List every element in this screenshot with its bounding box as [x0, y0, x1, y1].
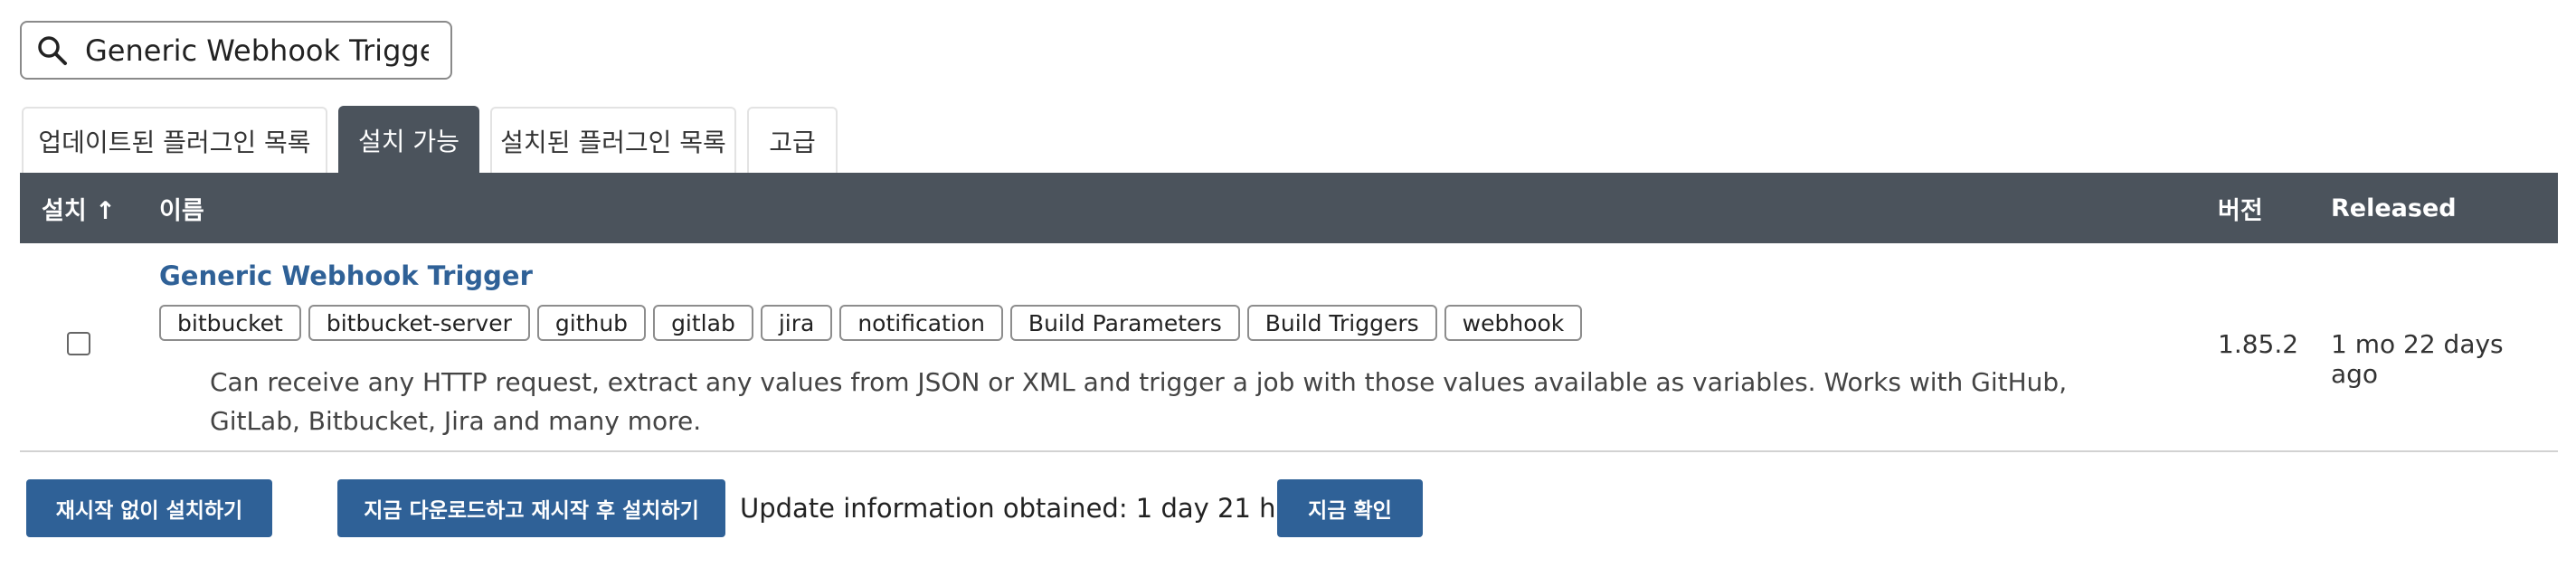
label-tag[interactable]: gitlab — [653, 305, 753, 341]
bottom-actions: 재시작 없이 설치하기 지금 다운로드하고 재시작 후 설치하기 Update … — [0, 479, 2576, 539]
install-checkbox[interactable] — [67, 332, 90, 355]
plugin-name-link[interactable]: Generic Webhook Trigger — [159, 258, 533, 294]
search-field[interactable] — [20, 21, 452, 80]
install-without-restart-button[interactable]: 재시작 없이 설치하기 — [26, 479, 272, 537]
plugin-labels: bitbucket bitbucket-server github gitlab… — [159, 305, 1589, 341]
tab-installed[interactable]: 설치된 플러그인 목록 — [490, 107, 736, 173]
label-tag[interactable]: jira — [760, 305, 833, 341]
label-tag[interactable]: notification — [839, 305, 1003, 341]
update-info-text: Update information obtained: 1 day 21 hr… — [740, 493, 1344, 524]
plugin-description: Can receive any HTTP request, extract an… — [210, 367, 2068, 436]
label-tag[interactable]: bitbucket — [159, 305, 301, 341]
search-icon — [33, 31, 72, 71]
table-row: Generic Webhook Trigger bitbucket bitbuc… — [20, 173, 2558, 452]
check-now-button[interactable]: 지금 확인 — [1277, 479, 1423, 537]
tab-bar: 업데이트된 플러그인 목록 설치 가능 설치된 플러그인 목록 고급 — [22, 106, 848, 173]
label-tag[interactable]: github — [536, 305, 647, 341]
label-tag[interactable]: Build Parameters — [1009, 305, 1240, 341]
plugin-released: 1 mo 22 days ago — [2331, 329, 2504, 389]
tab-available[interactable]: 설치 가능 — [338, 106, 479, 173]
tab-updates[interactable]: 업데이트된 플러그인 목록 — [22, 107, 327, 173]
label-tag[interactable]: webhook — [1444, 305, 1583, 341]
tab-advanced[interactable]: 고급 — [747, 107, 838, 173]
label-tag[interactable]: Build Triggers — [1246, 305, 1437, 341]
plugins-table: 설치 ↑ 이름 버전 Released Generic Webhook Trig… — [20, 173, 2558, 452]
download-install-after-restart-button[interactable]: 지금 다운로드하고 재시작 후 설치하기 — [337, 479, 725, 537]
search-input[interactable] — [83, 32, 431, 69]
label-tag[interactable]: bitbucket-server — [308, 305, 530, 341]
plugin-version: 1.85.2 — [2218, 329, 2299, 359]
